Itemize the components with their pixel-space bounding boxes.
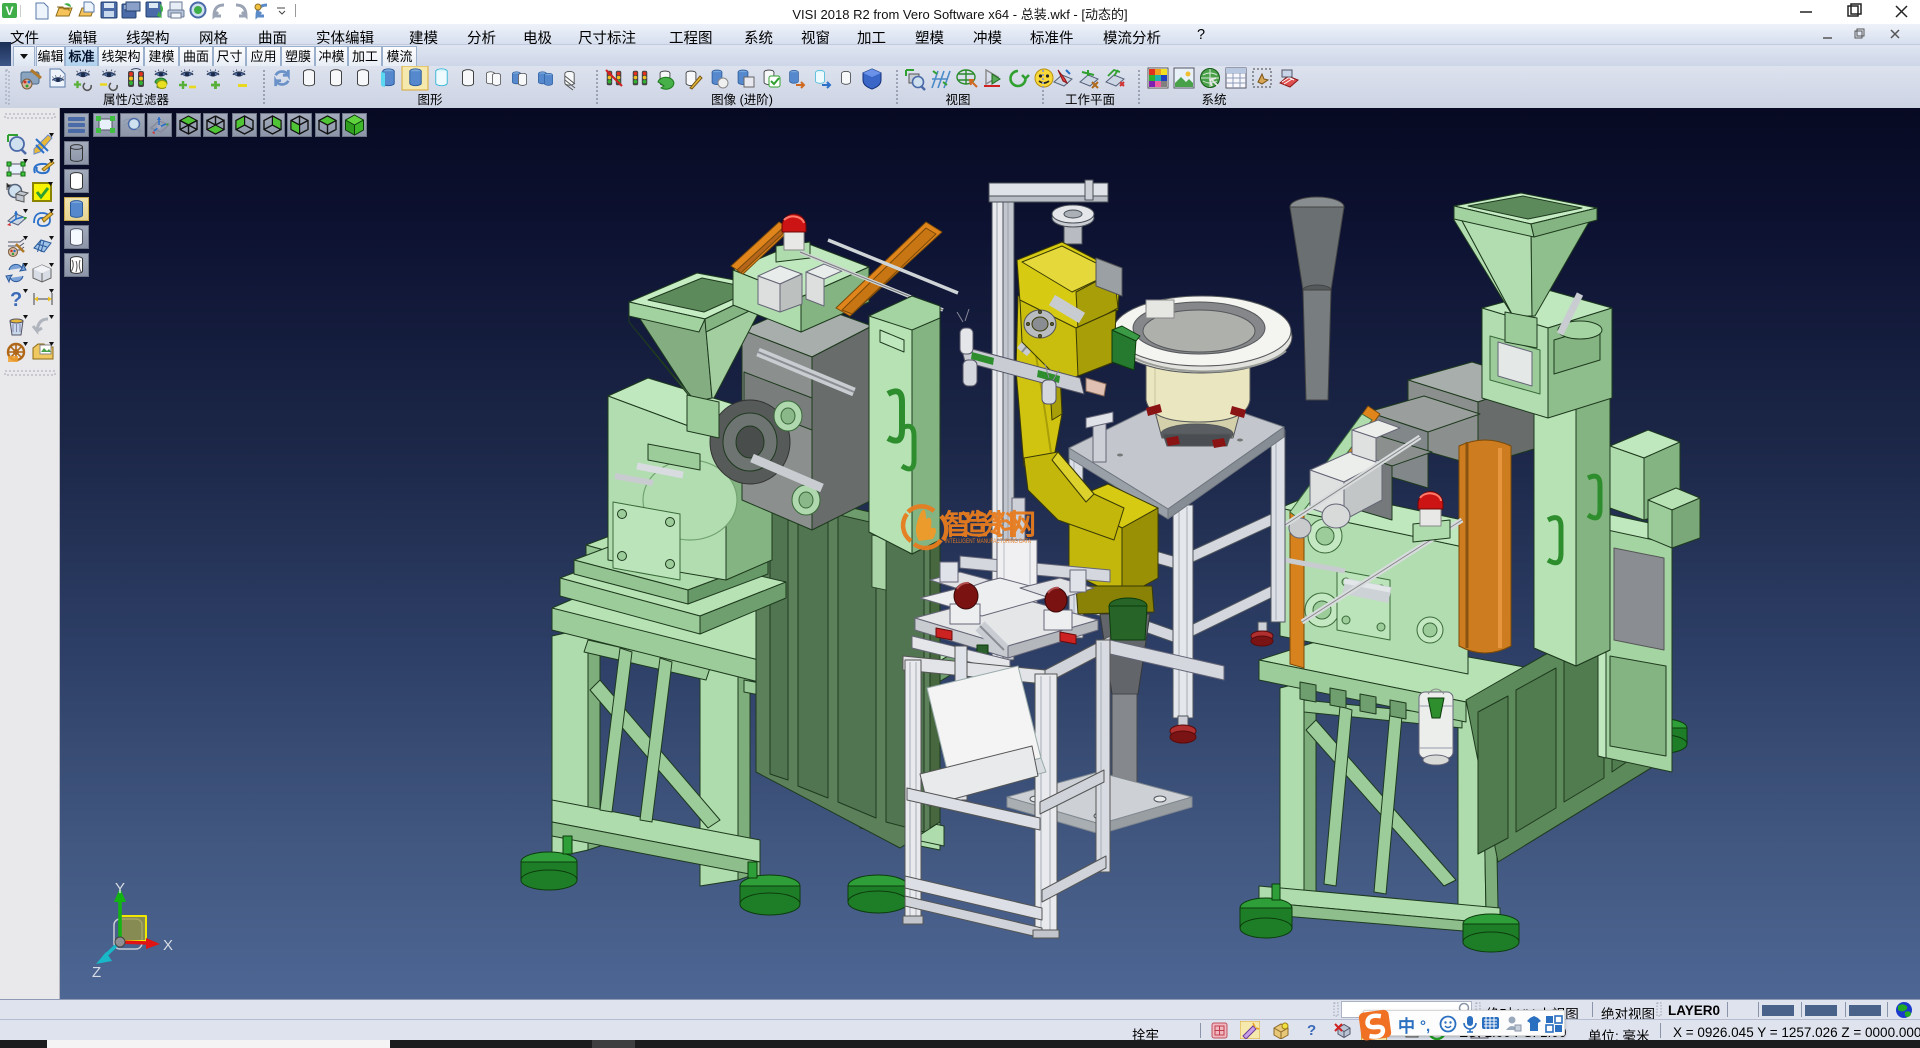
svg-text:系统: 系统: [1201, 93, 1226, 107]
svg-text:智造资料网: 智造资料网: [944, 509, 1036, 540]
svg-text:Z: Z: [92, 964, 101, 981]
svg-text:图像 (进阶): 图像 (进阶): [711, 93, 773, 107]
svg-text:工作平面: 工作平面: [1065, 93, 1115, 107]
svg-text:属性/过滤器: 属性/过滤器: [103, 93, 169, 107]
svg-text:中: 中: [1398, 1016, 1415, 1036]
svg-text:?: ?: [10, 289, 22, 311]
svg-text:INTELLIGENT MANUFACTURING DATA: INTELLIGENT MANUFACTURING DATA: [945, 538, 1031, 545]
svg-text:图形: 图形: [417, 93, 443, 107]
svg-text:X: X: [163, 937, 173, 954]
svg-text:°,: °,: [1420, 1018, 1430, 1035]
svg-text:视图: 视图: [945, 92, 970, 107]
svg-text:Y: Y: [115, 880, 125, 897]
